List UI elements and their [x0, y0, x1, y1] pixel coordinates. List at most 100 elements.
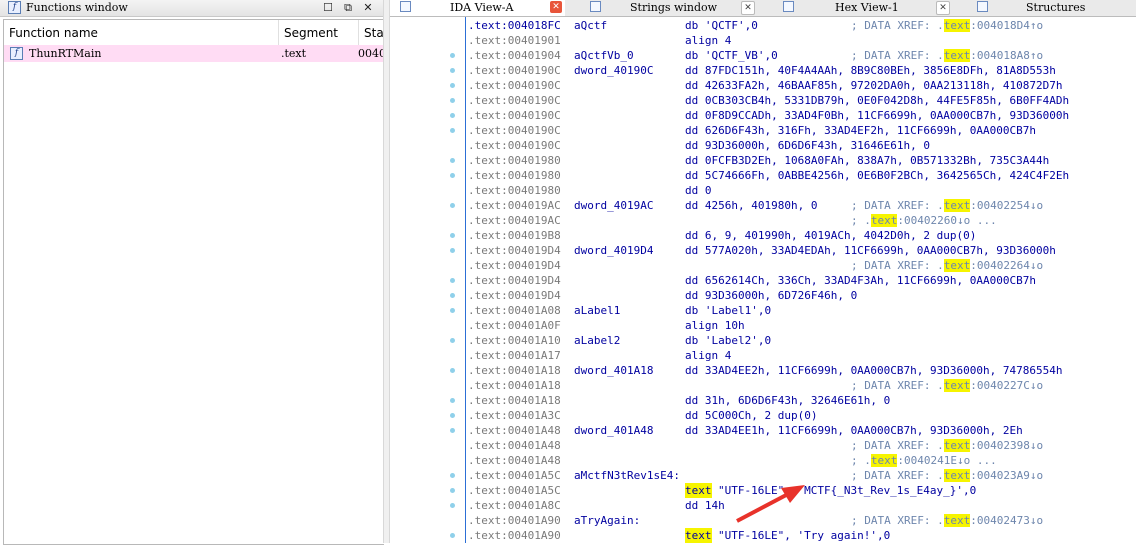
- disasm-line[interactable]: .text:004019D4 dword_4019D4 dd 577A020h, 3…: [466, 243, 1136, 258]
- disasm-line[interactable]: .text:004019AC dword_4019AC dd 4256h, 4019…: [466, 198, 1136, 213]
- disasm-line[interactable]: .text:00401980 dd 0: [466, 183, 1136, 198]
- comment-xref[interactable]: :00402264↓o: [970, 259, 1043, 272]
- breakpoint-dot[interactable]: [450, 503, 455, 508]
- breakpoint-dot[interactable]: [450, 413, 455, 418]
- breakpoint-dot[interactable]: [450, 233, 455, 238]
- disasm-line[interactable]: .text:00401A8C dd 14h: [466, 498, 1136, 513]
- comment-highlight[interactable]: text: [943, 439, 971, 452]
- breakpoint-dot[interactable]: [450, 248, 455, 253]
- disasm-line[interactable]: .text:004019AC ; .text:00402260↓o ...: [466, 213, 1136, 228]
- disasm-line[interactable]: .text:00401A10 aLabel2 db 'Label2',0: [466, 333, 1136, 348]
- comment-xref[interactable]: :0040241E↓o ...: [897, 454, 996, 467]
- disasm-line[interactable]: .text:00401A90 aTryAgain: ; DATA XREF: .te…: [466, 513, 1136, 528]
- comment-highlight[interactable]: text: [870, 214, 898, 227]
- comment-highlight[interactable]: text: [943, 199, 971, 212]
- disasm-line[interactable]: .text:0040190C dword_40190C dd 87FDC151h, …: [466, 63, 1136, 78]
- disasm-line[interactable]: .text:004019B8 dd 6, 9, 401990h, 4019ACh,…: [466, 228, 1136, 243]
- comment-xref[interactable]: :00402260↓o ...: [897, 214, 996, 227]
- tab-strings-window[interactable]: Strings window ✕: [588, 0, 758, 16]
- breakpoint-dot[interactable]: [450, 398, 455, 403]
- breakpoint-dot[interactable]: [450, 533, 455, 538]
- comment-highlight[interactable]: text: [943, 259, 971, 272]
- close-tab-icon[interactable]: ✕: [741, 1, 755, 15]
- disasm-line[interactable]: .text:00401A3C dd 5C000Ch, 2 dup(0): [466, 408, 1136, 423]
- close-icon[interactable]: ✕: [360, 0, 376, 16]
- breakpoint-dot[interactable]: [450, 53, 455, 58]
- breakpoint-gutter[interactable]: [390, 17, 465, 543]
- disasm-line[interactable]: .text:00401904 aQctfVb_0 db 'QCTF_VB',0 ; D…: [466, 48, 1136, 63]
- close-tab-icon[interactable]: ✕: [936, 1, 950, 15]
- breakpoint-dot[interactable]: [450, 113, 455, 118]
- column-start[interactable]: Star: [359, 20, 384, 45]
- disasm-line[interactable]: .text:004019D4 ; DATA XREF: .text:0040226…: [466, 258, 1136, 273]
- disasm-line[interactable]: .text:00401A18 ; DATA XREF: .text:0040227…: [466, 378, 1136, 393]
- breakpoint-dot[interactable]: [450, 488, 455, 493]
- breakpoint-dot[interactable]: [450, 293, 455, 298]
- disasm-line[interactable]: .text:0040190C dd 0F8D9CCADh, 33AD4F0Bh, …: [466, 108, 1136, 123]
- comment-xref[interactable]: :004018A8↑o: [970, 49, 1043, 62]
- breakpoint-dot[interactable]: [450, 128, 455, 133]
- disasm-line[interactable]: .text:00401A90 text "UTF-16LE", 'Try again…: [466, 528, 1136, 543]
- disasm-line[interactable]: .text:00401901 align 4: [466, 33, 1136, 48]
- disasm-line[interactable]: .text:004019D4 dd 93D36000h, 6D726F46h, 0: [466, 288, 1136, 303]
- disasm-line[interactable]: .text:00401980 dd 0FCFB3D2Eh, 1068A0FAh, …: [466, 153, 1136, 168]
- comment-xref[interactable]: :004023A9↓o: [970, 469, 1043, 482]
- breakpoint-dot[interactable]: [450, 278, 455, 283]
- breakpoint-dot[interactable]: [450, 308, 455, 313]
- comment-xref[interactable]: :00402254↓o: [970, 199, 1043, 212]
- line-address: .text:0040190C: [468, 124, 561, 137]
- disasm-line[interactable]: .text:00401A48 dword_401A48 dd 33AD4EE1h, …: [466, 423, 1136, 438]
- comment-xref[interactable]: :004018D4↑o: [970, 19, 1043, 32]
- disasm-line[interactable]: .text:0040190C dd 42633FA2h, 46BAAF85h, 9…: [466, 78, 1136, 93]
- comment-highlight[interactable]: text: [943, 379, 971, 392]
- ida-view-disassembly[interactable]: .text:004018FC aQctf db 'QCTF',0 ; DATA XRE…: [465, 17, 1136, 543]
- disasm-line[interactable]: .text:00401A48 ; .text:0040241E↓o ...: [466, 453, 1136, 468]
- disasm-line[interactable]: .text:00401A18 dword_401A18 dd 33AD4EE2h, …: [466, 363, 1136, 378]
- disasm-line[interactable]: .text:00401A5C text "UTF-16LE", 'MCTF{_N3t…: [466, 483, 1136, 498]
- line-label: aQctf: [574, 19, 608, 32]
- comment-highlight[interactable]: text: [943, 469, 971, 482]
- float-icon[interactable]: ⧉: [340, 0, 356, 16]
- disasm-line[interactable]: .text:00401A0F align 10h: [466, 318, 1136, 333]
- disasm-line[interactable]: .text:00401A18 dd 31h, 6D6D6F43h, 32646E6…: [466, 393, 1136, 408]
- comment-highlight[interactable]: text: [943, 19, 971, 32]
- breakpoint-dot[interactable]: [450, 368, 455, 373]
- disasm-line[interactable]: .text:004019D4 dd 6562614Ch, 336Ch, 33AD4…: [466, 273, 1136, 288]
- comment-highlight[interactable]: text: [943, 49, 971, 62]
- disasm-line[interactable]: .text:0040190C dd 93D36000h, 6D6D6F43h, 3…: [466, 138, 1136, 153]
- tab-ida-view-a[interactable]: IDA View-A ✕: [390, 0, 565, 16]
- tab-hex-view-1[interactable]: Hex View-1 ✕: [782, 0, 952, 16]
- disasm-line[interactable]: .text:00401A5C aMctfN3tRev1sE4: ; DATA XRE…: [466, 468, 1136, 483]
- close-tab-icon[interactable]: ✕: [550, 1, 562, 13]
- disasm-line[interactable]: .text:00401A08 aLabel1 db 'Label1',0: [466, 303, 1136, 318]
- line-comment: ; DATA XREF: .text:00402264↓o: [851, 258, 1043, 273]
- column-function-name[interactable]: Function name: [4, 20, 279, 45]
- line-address: .text:00401A3C: [468, 409, 561, 422]
- breakpoint-dot[interactable]: [450, 68, 455, 73]
- breakpoint-dot[interactable]: [450, 203, 455, 208]
- disasm-line[interactable]: .text:00401980 dd 5C74666Fh, 0ABBE4256h, …: [466, 168, 1136, 183]
- comment-xref[interactable]: :00402473↓o: [970, 514, 1043, 527]
- comment-highlight[interactable]: text: [870, 454, 898, 467]
- breakpoint-dot[interactable]: [450, 158, 455, 163]
- minimize-icon[interactable]: ☐: [320, 0, 336, 16]
- disasm-line[interactable]: .text:0040190C dd 626D6F43h, 316Fh, 33AD4…: [466, 123, 1136, 138]
- comment-xref[interactable]: :00402398↓o: [970, 439, 1043, 452]
- comment-xref[interactable]: :0040227C↓o: [970, 379, 1043, 392]
- function-row[interactable]: f ThunRTMain .text 0040: [4, 45, 384, 62]
- tab-structures[interactable]: Structures: [976, 0, 1136, 16]
- pane-splitter[interactable]: [383, 0, 390, 543]
- breakpoint-dot[interactable]: [450, 428, 455, 433]
- breakpoint-dot[interactable]: [450, 338, 455, 343]
- breakpoint-dot[interactable]: [450, 473, 455, 478]
- column-segment[interactable]: Segment: [279, 20, 359, 45]
- disasm-line[interactable]: .text:00401A17 align 4: [466, 348, 1136, 363]
- disasm-line[interactable]: .text:0040190C dd 0CB303CB4h, 5331DB79h, …: [466, 93, 1136, 108]
- breakpoint-dot[interactable]: [450, 98, 455, 103]
- disasm-line[interactable]: .text:00401A48 ; DATA XREF: .text:0040239…: [466, 438, 1136, 453]
- functions-window-titlebar[interactable]: f Functions window ☐ ⧉ ✕: [0, 0, 383, 17]
- breakpoint-dot[interactable]: [450, 83, 455, 88]
- breakpoint-dot[interactable]: [450, 173, 455, 178]
- comment-highlight[interactable]: text: [943, 514, 971, 527]
- disasm-line[interactable]: .text:004018FC aQctf db 'QCTF',0 ; DATA XRE…: [466, 18, 1136, 33]
